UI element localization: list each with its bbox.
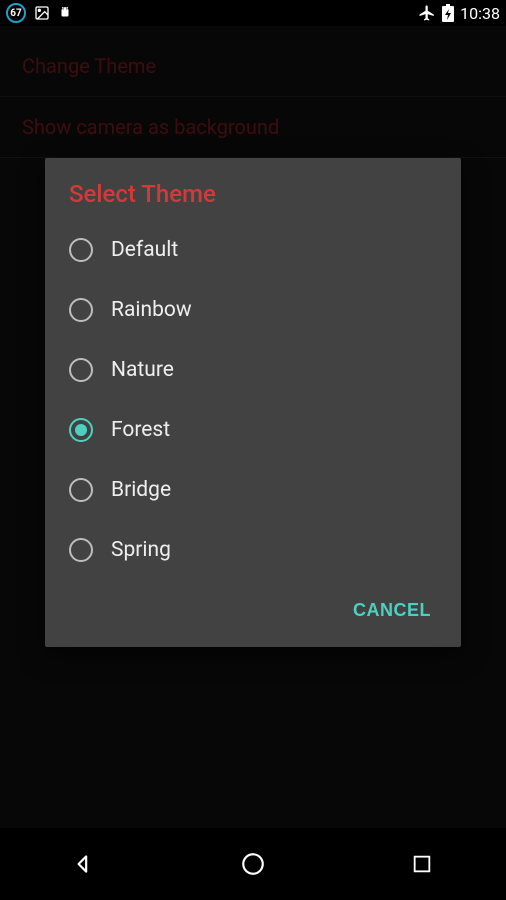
theme-option-spring[interactable]: Spring	[45, 520, 461, 580]
android-debug-icon	[58, 5, 72, 21]
image-icon	[34, 5, 50, 21]
theme-option-bridge[interactable]: Bridge	[45, 460, 461, 520]
radio-icon	[69, 538, 93, 562]
theme-option-label: Spring	[111, 538, 171, 562]
radio-icon	[69, 298, 93, 322]
theme-option-default[interactable]: Default	[45, 220, 461, 280]
battery-charging-icon	[442, 4, 454, 22]
theme-option-label: Bridge	[111, 478, 171, 502]
select-theme-dialog: Select Theme Default Rainbow Nature Forest B…	[45, 158, 461, 647]
theme-option-label: Default	[111, 238, 178, 262]
back-button[interactable]	[69, 849, 99, 879]
clock-text: 10:38	[460, 4, 500, 23]
theme-option-label: Forest	[111, 418, 170, 442]
theme-option-forest[interactable]: Forest	[45, 400, 461, 460]
recent-apps-button[interactable]	[407, 849, 437, 879]
battery-percent-badge: 67	[6, 3, 26, 23]
status-bar: 67 10:38	[0, 0, 506, 26]
cancel-button[interactable]: CANCEL	[341, 590, 443, 631]
radio-icon	[69, 238, 93, 262]
radio-icon	[69, 478, 93, 502]
navigation-bar	[0, 828, 506, 900]
dialog-title: Select Theme	[45, 158, 461, 220]
theme-option-rainbow[interactable]: Rainbow	[45, 280, 461, 340]
home-button[interactable]	[238, 849, 268, 879]
theme-option-label: Nature	[111, 358, 174, 382]
theme-option-nature[interactable]: Nature	[45, 340, 461, 400]
theme-option-label: Rainbow	[111, 298, 192, 322]
radio-icon	[69, 418, 93, 442]
radio-icon	[69, 358, 93, 382]
airplane-mode-icon	[418, 4, 436, 22]
